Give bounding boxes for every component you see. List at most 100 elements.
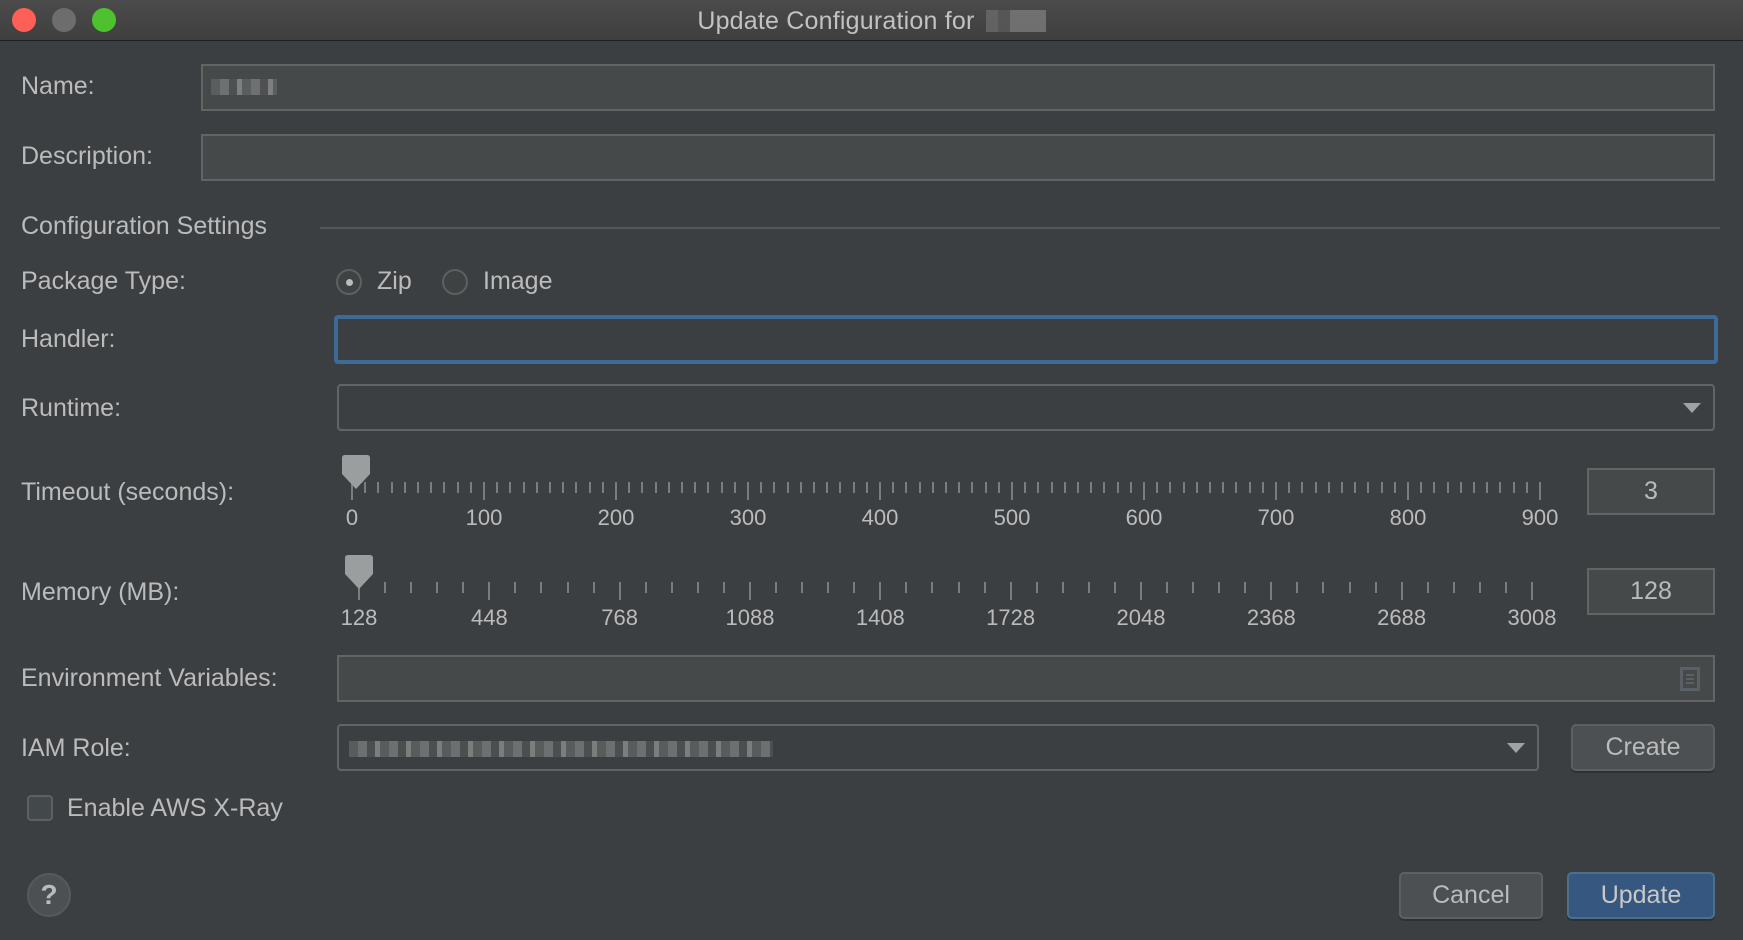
memory-minor-tick	[1061, 582, 1064, 593]
memory-minor-tick	[1322, 582, 1325, 593]
timeout-minor-tick	[1499, 482, 1502, 493]
timeout-tick-label: 100	[465, 505, 503, 530]
timeout-minor-tick	[628, 482, 631, 493]
timeout-minor-tick	[905, 482, 908, 493]
timeout-minor-tick	[549, 482, 551, 493]
memory-minor-tick	[1035, 582, 1038, 593]
timeout-minor-tick	[1222, 482, 1225, 493]
memory-minor-tick	[1426, 582, 1429, 593]
memory-major-tick	[1009, 582, 1012, 600]
timeout-tick-label: 700	[1257, 505, 1295, 530]
memory-minor-tick	[1504, 582, 1507, 593]
timeout-minor-tick	[786, 482, 789, 493]
timeout-minor-tick	[1420, 482, 1423, 493]
timeout-minor-tick	[667, 482, 670, 493]
timeout-major-tick	[747, 482, 749, 500]
memory-minor-tick	[801, 582, 804, 593]
iam-role-dropdown[interactable]	[337, 724, 1539, 771]
memory-major-tick	[1270, 582, 1273, 600]
timeout-minor-tick	[971, 482, 974, 493]
timeout-minor-tick	[1314, 482, 1317, 493]
memory-minor-tick	[1452, 582, 1455, 593]
timeout-minor-tick	[1380, 482, 1383, 493]
timeout-minor-tick	[456, 482, 459, 493]
runtime-label: Runtime:	[21, 394, 122, 422]
env-vars-label: Environment Variables:	[21, 664, 278, 692]
timeout-minor-tick	[1261, 482, 1264, 493]
timeout-minor-tick	[1393, 482, 1396, 493]
package-type-label: Package Type:	[21, 267, 186, 295]
radio-zip-label[interactable]: Zip	[377, 267, 412, 296]
memory-thumb[interactable]	[345, 555, 373, 589]
memory-minor-tick	[1087, 582, 1090, 593]
timeout-tick-label: 900	[1521, 505, 1559, 530]
memory-minor-tick	[592, 582, 595, 593]
memory-major-tick	[879, 582, 882, 600]
timeout-minor-tick	[826, 482, 829, 493]
redacted-function-name	[985, 10, 1046, 32]
memory-minor-tick	[957, 582, 960, 593]
xray-checkbox[interactable]	[27, 795, 53, 821]
timeout-thumb[interactable]	[341, 455, 370, 489]
timeout-minor-tick	[1433, 482, 1436, 493]
timeout-minor-tick	[390, 482, 393, 493]
timeout-minor-tick	[1195, 482, 1198, 493]
timeout-minor-tick	[1024, 482, 1027, 493]
memory-major-tick	[1400, 582, 1403, 600]
timeout-minor-tick	[1090, 482, 1093, 493]
name-input[interactable]	[201, 64, 1715, 111]
help-button[interactable]: ?	[27, 873, 71, 917]
radio-image[interactable]	[442, 269, 468, 295]
timeout-minor-tick	[377, 482, 380, 493]
timeout-minor-tick	[1063, 482, 1066, 493]
memory-minor-tick	[1192, 582, 1195, 593]
timeout-minor-tick	[430, 482, 433, 493]
name-label: Name:	[21, 72, 95, 100]
xray-label[interactable]: Enable AWS X-Ray	[67, 794, 283, 823]
update-button[interactable]: Update	[1567, 872, 1715, 919]
timeout-minor-tick	[509, 482, 512, 493]
redacted-iam-role-value	[349, 741, 773, 757]
timeout-minor-tick	[562, 482, 565, 493]
timeout-minor-tick	[865, 482, 868, 493]
memory-minor-tick	[1113, 582, 1116, 593]
memory-minor-tick	[540, 582, 543, 593]
handler-input[interactable]	[334, 315, 1718, 364]
timeout-minor-tick	[654, 482, 657, 493]
memory-tick-label: 2688	[1377, 605, 1427, 630]
timeout-minor-tick	[417, 482, 419, 493]
radio-zip[interactable]	[336, 269, 362, 295]
cancel-button[interactable]: Cancel	[1399, 872, 1543, 919]
env-vars-input[interactable]	[337, 655, 1715, 702]
timeout-tick-label: 500	[993, 505, 1031, 530]
memory-minor-tick	[983, 582, 986, 593]
title-bar: Update Configuration for	[0, 0, 1743, 41]
edit-list-icon[interactable]	[1680, 667, 1700, 691]
timeout-major-tick	[879, 482, 881, 500]
timeout-minor-tick	[1182, 482, 1185, 493]
timeout-minor-tick	[469, 482, 472, 493]
create-role-button[interactable]: Create	[1571, 724, 1715, 771]
memory-major-tick	[1531, 582, 1533, 600]
radio-image-label[interactable]: Image	[483, 267, 552, 296]
timeout-major-tick	[1407, 482, 1409, 500]
runtime-dropdown[interactable]	[337, 384, 1715, 431]
timeout-minor-tick	[1037, 482, 1040, 493]
timeout-minor-tick	[522, 482, 525, 493]
timeout-minor-tick	[641, 482, 644, 493]
timeout-tick-label: 600	[1125, 505, 1163, 530]
timeout-value-input[interactable]: 3	[1587, 468, 1715, 515]
memory-value-input[interactable]: 128	[1587, 568, 1715, 615]
memory-minor-tick	[827, 582, 830, 593]
description-input[interactable]	[201, 134, 1715, 181]
timeout-major-tick	[1143, 482, 1145, 500]
timeout-minor-tick	[733, 482, 736, 493]
section-title: Configuration Settings	[21, 212, 267, 240]
timeout-tick-label: 800	[1389, 505, 1427, 530]
timeout-minor-tick	[1156, 482, 1159, 493]
timeout-minor-tick	[1446, 482, 1449, 493]
timeout-minor-tick	[681, 482, 683, 493]
timeout-minor-tick	[496, 482, 499, 493]
window-title-text: Update Configuration for	[697, 7, 975, 35]
timeout-minor-tick	[958, 482, 961, 493]
